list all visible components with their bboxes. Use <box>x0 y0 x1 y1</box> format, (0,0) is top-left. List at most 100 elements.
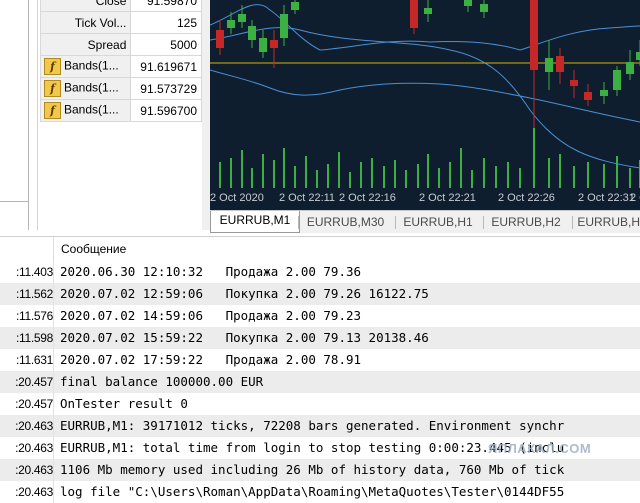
price-chart[interactable]: 2 Oct 2020 2 Oct 22:11 2 Oct 22:16 2 Oct 22… <box>210 0 640 210</box>
data-window-field-value: 91.619671 <box>130 55 202 78</box>
candle-body <box>600 90 608 96</box>
data-window-field-label: Bands(1... <box>64 102 119 117</box>
journal-row[interactable]: :20.463 1106 Mb memory used including 26 … <box>0 459 640 481</box>
volume-bar <box>283 148 285 188</box>
time-axis-label: 2 Oct 22:21 <box>419 192 476 204</box>
journal-row[interactable]: :11.631 2020.07.02 17:59:22 Продажа 2.00 … <box>0 349 640 371</box>
volume-bar <box>438 168 440 188</box>
volume-bar <box>559 154 561 188</box>
candle-body <box>238 14 246 22</box>
divider <box>28 0 29 230</box>
data-window-field-name: Close <box>39 0 132 12</box>
data-window-field-label: Spread <box>87 37 127 52</box>
volume-bar <box>241 150 243 188</box>
candle-body <box>480 4 488 12</box>
data-window-field-label: Bands(1... <box>64 80 119 95</box>
journal-message: final balance 100000.00 EUR <box>60 374 264 389</box>
cell-divider <box>53 459 54 481</box>
tab-chart-2[interactable]: EURRUB,H1 <box>395 213 481 232</box>
journal-row[interactable]: :11.576 2020.07.02 14:59:06 Продажа 2.00 … <box>0 305 640 327</box>
cell-divider <box>53 437 54 459</box>
data-window-field-name: f Bands(1... <box>39 77 132 100</box>
time-axis-label: 2 Oct 2020 <box>210 192 264 204</box>
volume-bar <box>360 162 362 188</box>
candle-body <box>424 8 432 14</box>
volume-bar <box>349 172 351 188</box>
tab-chart-1[interactable]: EURRUB,M30 <box>298 213 393 232</box>
time-column-header[interactable] <box>0 237 54 261</box>
journal-time: :20.463 <box>15 485 53 499</box>
volume-bar <box>294 166 296 188</box>
journal-message: OnTester result 0 <box>60 396 188 411</box>
volume-bar <box>230 158 232 188</box>
tab-chart-0[interactable]: EURRUB,M1 <box>210 211 300 233</box>
journal-row[interactable]: :20.463 log file "C:\Users\Roman\AppData\… <box>0 481 640 503</box>
tab-separator <box>483 216 484 229</box>
divider <box>37 0 38 230</box>
volume-bar <box>519 168 521 188</box>
journal-time: :20.457 <box>15 375 53 389</box>
candle-body <box>280 14 288 38</box>
candle-body <box>248 26 256 40</box>
volume-bar <box>483 158 485 188</box>
cell-divider <box>53 349 54 371</box>
time-axis-label: 2 Oct 22:26 <box>498 192 555 204</box>
journal-time: :11.403 <box>15 265 53 279</box>
tab-separator <box>572 216 573 229</box>
time-axis-label: 2 Oct 22:31 <box>578 192 635 204</box>
data-window-field-name: Spread <box>39 33 132 56</box>
volume-bar <box>449 162 451 188</box>
volume-bar <box>507 162 509 188</box>
volume-bar <box>394 160 396 188</box>
message-column-header[interactable]: Сообщение <box>61 242 126 256</box>
volume-bar <box>316 170 318 188</box>
chart-canvas[interactable] <box>210 0 640 188</box>
candle-body <box>545 58 553 72</box>
volume-bar <box>338 152 340 188</box>
journal-row[interactable]: :11.403 2020.06.30 12:10:32 Продажа 2.00 … <box>0 261 640 283</box>
journal-message: 2020.07.02 17:59:22 Продажа 2.00 78.91 <box>60 352 362 367</box>
journal-message: EURRUB,M1: 39171012 ticks, 72208 bars ge… <box>60 418 565 433</box>
function-icon: f <box>44 58 61 75</box>
volume-bar <box>262 154 264 188</box>
band-line <box>210 69 640 123</box>
volume-bar <box>471 170 473 188</box>
journal-time: :11.631 <box>15 353 53 367</box>
journal-row[interactable]: :20.457 OnTester result 0 <box>0 393 640 415</box>
time-axis-label: 2 Oct 2 <box>630 192 640 204</box>
candle-body <box>556 56 564 72</box>
candle-body <box>464 0 472 6</box>
candle-body <box>291 2 299 10</box>
journal-row[interactable]: :20.463 EURRUB,M1: 39171012 ticks, 72208 … <box>0 415 640 437</box>
function-icon: f <box>44 80 61 97</box>
splitter[interactable] <box>202 0 210 230</box>
volume-bar <box>273 160 275 188</box>
volume-bar <box>587 162 589 188</box>
journal-row[interactable]: :20.457 final balance 100000.00 EUR <box>0 371 640 393</box>
data-window-field-value: 5000 <box>130 33 202 56</box>
data-window-field-name: Tick Vol... <box>39 11 132 34</box>
time-axis-label: 2 Oct 22:16 <box>339 192 396 204</box>
journal-row[interactable]: :11.598 2020.07.02 15:59:22 Покупка 2.00 … <box>0 327 640 349</box>
volume-bar <box>405 170 407 188</box>
data-window-field-value: 91.596700 <box>130 99 202 122</box>
data-window-field-name: f Bands(1... <box>39 99 132 122</box>
candle-body <box>270 40 278 48</box>
data-window-row: f Bands(1... 91.573729 <box>39 77 202 100</box>
data-window-row: Close 91.59870 <box>39 0 202 12</box>
cell-divider <box>53 283 54 305</box>
tab-chart-4[interactable]: EURRUB,H4 <box>572 213 640 232</box>
journal-time: :20.463 <box>15 463 53 477</box>
watermark: ЯПЛАКАЛ.COM <box>488 441 592 456</box>
candle-body <box>410 0 418 28</box>
data-window-field-label: Tick Vol... <box>74 15 127 30</box>
journal-time: :20.463 <box>15 441 53 455</box>
volume-bar <box>251 168 253 188</box>
journal-row[interactable]: :11.562 2020.07.02 12:59:06 Покупка 2.00 … <box>0 283 640 305</box>
journal-header: Сообщение <box>0 237 640 261</box>
volume-bar <box>603 164 605 188</box>
tab-chart-3[interactable]: EURRUB,H2 <box>483 213 569 232</box>
candle-body <box>227 20 235 28</box>
volume-bar <box>495 166 497 188</box>
data-window-field-label: Bands(1... <box>64 58 119 73</box>
